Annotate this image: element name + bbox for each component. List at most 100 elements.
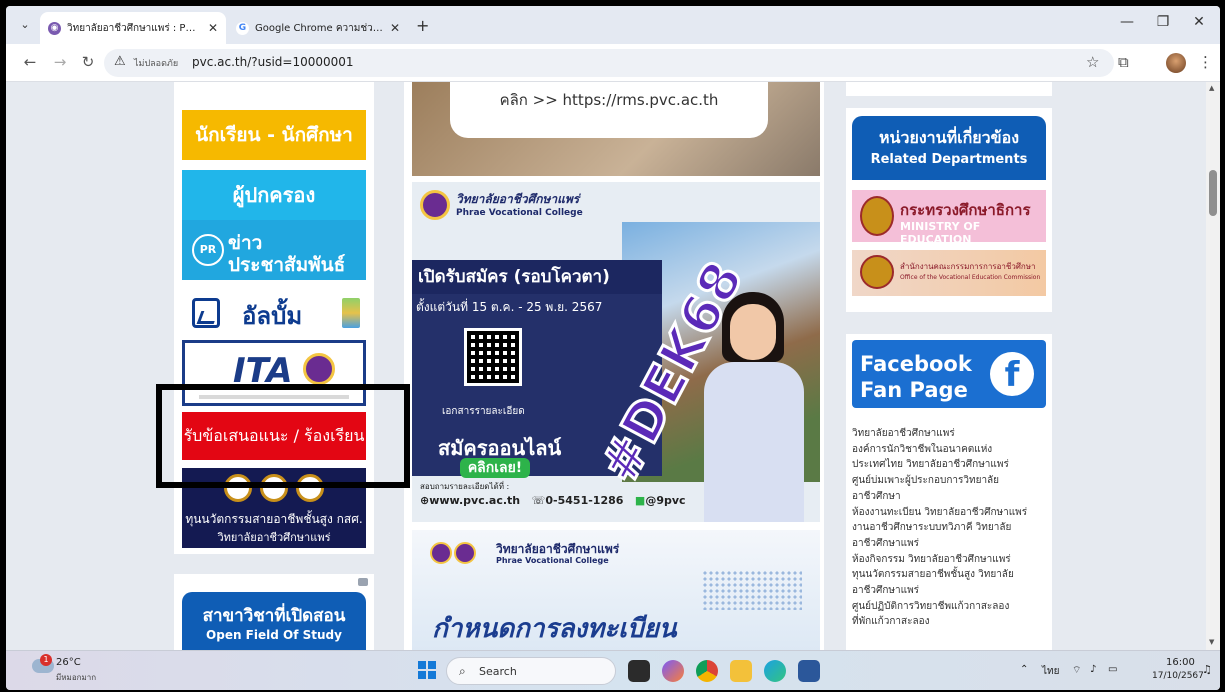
weather-condition[interactable]: มีหมอกมาก [56, 671, 96, 684]
close-tab-icon[interactable]: ✕ [208, 21, 218, 35]
not-secure-label[interactable]: ไม่ปลอดภัย [134, 56, 178, 70]
list-item[interactable]: ศูนย์ปฏิบัติการวิทยาชีพแก้วกาสะลอง [852, 599, 1050, 615]
file-explorer-icon[interactable] [730, 660, 752, 682]
tab-strip: ⌄ ◉ วิทยาลัยอาชีวศึกษาแพร่ : PVC : วิทย … [6, 6, 1220, 44]
battery-icon[interactable]: ▭ [1108, 664, 1117, 675]
forward-button[interactable]: → [50, 53, 70, 71]
page-scrollbar[interactable]: ▲ ▼ [1206, 82, 1220, 650]
students-button[interactable]: นักเรียน - นักศึกษา [182, 110, 366, 160]
qr-code [464, 328, 522, 386]
weather-temperature[interactable]: 26°C [56, 657, 81, 668]
list-item[interactable]: องค์การนักวิชาชีพในอนาคตแห่ง [852, 442, 1050, 458]
notification-bell-icon[interactable]: ♫ [1202, 663, 1212, 676]
back-button[interactable]: ← [20, 53, 40, 71]
reload-button[interactable]: ↻ [78, 53, 98, 71]
edge-icon[interactable] [764, 660, 786, 682]
list-item[interactable]: ศูนย์บ่มเพาะผู้ประกอบการวิทยาลัย [852, 473, 1050, 489]
rms-link-text[interactable]: คลิก >> https://rms.pvc.ac.th [450, 88, 768, 112]
contact-row: ⊕www.pvc.ac.th ☏0-5451-1286 ■@9pvc [420, 494, 686, 507]
windows-start-icon[interactable] [418, 661, 436, 679]
rms-banner[interactable]: คลิก >> https://rms.pvc.ac.th [412, 82, 820, 176]
ovec-link[interactable]: สำนักงานคณะกรรมการการอาชีวศึกษา Office o… [852, 250, 1046, 296]
taskbar-search[interactable]: ⌕ Search [446, 657, 616, 685]
list-item[interactable]: ทุนนวัตกรรมสายอาชีพชั้นสูง วิทยาลัย [852, 567, 1050, 583]
new-tab-button[interactable]: + [416, 16, 429, 35]
phone-icon: ☏ [531, 494, 546, 507]
facebook-fanpage-banner[interactable]: Facebook Fan Page f [852, 340, 1046, 408]
registration-title: กำหนดการลงทะเบียน [432, 614, 677, 644]
tab-search-icon[interactable]: ⌄ [14, 14, 36, 36]
related-departments-widget: หน่วยงานที่เกี่ยวข้อง Related Department… [846, 108, 1052, 312]
facebook-link-list: วิทยาลัยอาชีวศึกษาแพร่ องค์การนักวิชาชีพ… [852, 426, 1050, 630]
close-tab-icon[interactable]: ✕ [390, 21, 400, 35]
copilot-icon[interactable] [662, 660, 684, 682]
page-viewport: นักเรียน - นักศึกษา ผู้ปกครอง PR ข่าว ปร… [6, 82, 1220, 650]
student-shirt [704, 362, 804, 522]
search-icon: ⌕ [459, 664, 466, 678]
close-window-button[interactable]: ✕ [1184, 14, 1214, 30]
field-of-study-widget: สาขาวิชาที่เปิดสอน Open Field Of Study [174, 574, 374, 650]
address-bar[interactable]: ⚠ ไม่ปลอดภัย pvc.ac.th/?usid=10000001 [104, 49, 1114, 77]
task-view-icon[interactable] [628, 660, 650, 682]
list-item[interactable]: วิทยาลัยอาชีวศึกษาแพร่ [852, 426, 1050, 442]
scroll-up-arrow-icon[interactable]: ▲ [1209, 84, 1214, 92]
list-item[interactable]: อาชีวศึกษา [852, 489, 1050, 505]
scrollbar-thumb[interactable] [1209, 170, 1217, 216]
college-name-th: วิทยาลัยอาชีวศึกษาแพร่ [456, 192, 580, 206]
college-seal-icon [430, 542, 452, 564]
college-name-en: Phrae Vocational College [496, 556, 609, 565]
photo-album-icon [192, 298, 220, 328]
extensions-icon[interactable]: ⧉ [1118, 53, 1129, 71]
list-item[interactable]: ประเทศไทย วิทยาลัยอาชีวศึกษาแพร่ [852, 457, 1050, 473]
list-item[interactable]: ห้องงานทะเบียน วิทยาลัยอาชีวศึกษาแพร่ [852, 505, 1050, 521]
globe-icon: ⊕ [420, 494, 430, 507]
innovation-college: วิทยาลัยอาชีวศึกษาแพร่ [217, 531, 331, 544]
registration-poster[interactable]: วิทยาลัยอาชีวศึกษาแพร่ Phrae Vocational … [412, 530, 820, 650]
list-item[interactable]: อาชีวศึกษาแพร่ [852, 583, 1050, 599]
partner-seal-icon [454, 542, 476, 564]
facebook-label: Facebook [860, 352, 972, 376]
related-title-en: Related Departments [870, 152, 1028, 167]
field-title-en: Open Field Of Study [206, 628, 342, 642]
ministry-of-education-link[interactable]: กระทรวงศึกษาธิการ MINISTRY OF EDUCATION [852, 190, 1046, 246]
list-item[interactable]: งานอาชีวศึกษาระบบทวิภาคี วิทยาลัย [852, 520, 1050, 536]
list-item[interactable]: อาชีวศึกษาแพร่ [852, 536, 1050, 552]
wifi-icon[interactable]: ⌔ [1072, 664, 1081, 677]
news-button[interactable]: PR ข่าว ประชาสัมพันธ์ [182, 220, 366, 280]
tab-title: Google Chrome ความช่วยเหลือ [255, 22, 384, 34]
chrome-icon[interactable] [696, 660, 718, 682]
parents-button[interactable]: ผู้ปกครอง [182, 170, 366, 220]
word-icon[interactable] [798, 660, 820, 682]
windows-taskbar: 1 26°C มีหมอกมาก ⌕ Search ⌃ ไทย ⌔ ♪ ▭ 16… [6, 650, 1220, 690]
ministry-name-th: กระทรวงศึกษาธิการ [900, 201, 1031, 219]
collapse-widget-icon[interactable] [358, 578, 368, 586]
highlight-box [156, 384, 410, 488]
scroll-down-arrow-icon[interactable]: ▼ [1209, 638, 1214, 646]
menu-kebab-icon[interactable]: ⋮ [1198, 53, 1213, 71]
ovec-name-th: สำนักงานคณะกรรมการการอาชีวศึกษา [900, 262, 1036, 271]
tab-chrome-help[interactable]: G Google Chrome ความช่วยเหลือ ✕ [228, 12, 408, 44]
admission-poster[interactable]: วิทยาลัยอาชีวศึกษาแพร่ Phrae Vocational … [412, 182, 820, 522]
list-item[interactable]: ที่พักแก้วกาสะลอง [852, 614, 1050, 630]
profile-avatar[interactable] [1166, 53, 1186, 73]
field-of-study-button[interactable]: สาขาวิชาที่เปิดสอน Open Field Of Study [182, 592, 366, 650]
bookmark-star-icon[interactable]: ☆ [1086, 53, 1099, 71]
clock-time[interactable]: 16:00 [1166, 657, 1195, 668]
admission-dates: ตั้งแต่วันที่ 15 ต.ค. - 25 พ.ย. 2567 [416, 300, 603, 314]
album-button[interactable]: อัลบั้ม [182, 294, 366, 334]
contact-line: @9pvc [645, 494, 686, 507]
minimize-button[interactable]: — [1112, 14, 1142, 30]
restore-button[interactable]: ❐ [1148, 14, 1178, 30]
tray-chevron-up-icon[interactable]: ⌃ [1020, 664, 1028, 675]
click-now-button[interactable]: คลิกเลย! [460, 458, 530, 478]
warning-icon[interactable]: ⚠ [114, 54, 126, 69]
field-title-th: สาขาวิชาที่เปิดสอน [202, 606, 346, 626]
related-departments-header: หน่วยงานที่เกี่ยวข้อง Related Department… [852, 116, 1046, 180]
clock-date[interactable]: 17/10/2567 [1152, 671, 1204, 681]
list-item[interactable]: ห้องกิจกรรม วิทยาลัยอาชีวศึกษาแพร่ [852, 552, 1050, 568]
tab-pvc[interactable]: ◉ วิทยาลัยอาชีวศึกษาแพร่ : PVC : วิทย ✕ [40, 12, 226, 44]
album-decoration-icon [342, 298, 360, 328]
volume-icon[interactable]: ♪ [1090, 664, 1096, 675]
url-text[interactable]: pvc.ac.th/?usid=10000001 [192, 55, 354, 69]
input-language[interactable]: ไทย [1042, 664, 1059, 679]
